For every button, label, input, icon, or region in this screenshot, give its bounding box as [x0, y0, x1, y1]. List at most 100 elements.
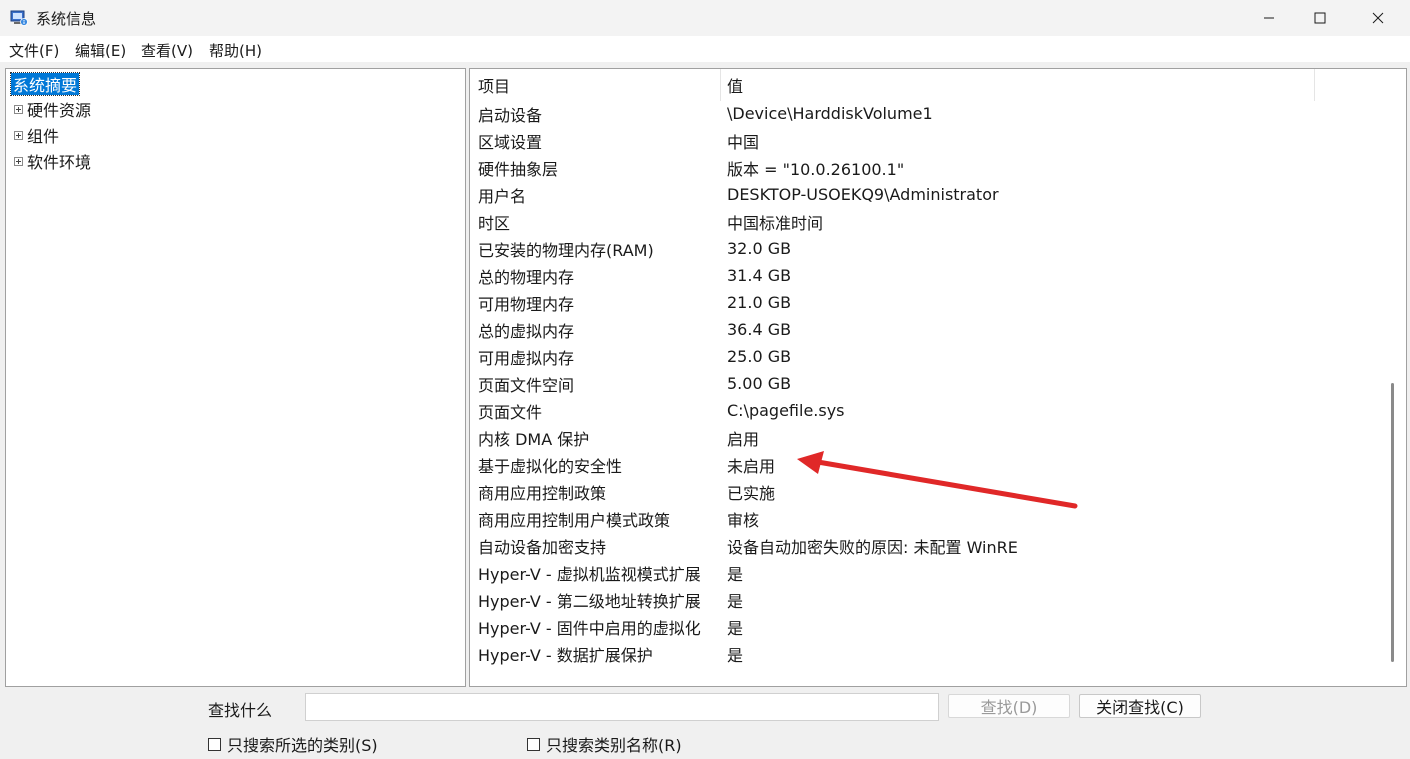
column-header-item[interactable]: 项目 — [470, 69, 721, 101]
tree-item-components[interactable]: 组件 — [14, 123, 59, 147]
cell-value: 未启用 — [727, 456, 776, 476]
cell-item: 内核 DMA 保护 — [478, 429, 590, 449]
search-panel: 查找什么 查找(D) 关闭查找(C) 只搜索所选的类别(S) 只搜索类别名称(R… — [0, 690, 1410, 759]
menu-view[interactable]: 查看(V) — [141, 40, 193, 61]
table-row[interactable]: 用户名 DESKTOP-USOEKQ9\Administrator — [470, 181, 1385, 208]
cell-item: 基于虚拟化的安全性 — [478, 456, 623, 476]
search-category-names-checkbox[interactable]: 只搜索类别名称(R) — [527, 732, 682, 756]
table-row[interactable]: 区域设置 中国 — [470, 127, 1385, 154]
cell-item: 时区 — [478, 213, 511, 233]
menu-help[interactable]: 帮助(H) — [209, 40, 262, 61]
cell-item: 区域设置 — [478, 132, 543, 152]
cell-item: 用户名 — [478, 186, 527, 206]
cell-item: Hyper-V - 第二级地址转换扩展 — [478, 591, 701, 611]
table-row[interactable]: 内核 DMA 保护 启用 — [470, 424, 1385, 451]
tree-item-label: 软件环境 — [27, 153, 92, 172]
cell-value: 21.0 GB — [727, 293, 792, 312]
cell-value: 5.00 GB — [727, 374, 792, 393]
cell-value: 是 — [727, 645, 744, 665]
cell-value: 25.0 GB — [727, 347, 792, 366]
cell-item: 总的虚拟内存 — [478, 321, 575, 341]
table-row[interactable]: 可用物理内存 21.0 GB — [470, 289, 1385, 316]
find-what-label: 查找什么 — [208, 701, 273, 720]
cell-value: 31.4 GB — [727, 266, 792, 285]
tree-item-software-environment[interactable]: 软件环境 — [14, 149, 91, 173]
cell-item: Hyper-V - 虚拟机监视模式扩展 — [478, 564, 701, 584]
tree-item-system-summary[interactable]: 系统摘要 — [9, 72, 81, 96]
cell-item: 商用应用控制政策 — [478, 483, 607, 503]
table-row[interactable]: 已安装的物理内存(RAM) 32.0 GB — [470, 235, 1385, 262]
table-row[interactable]: 硬件抽象层 版本 = "10.0.26100.1" — [470, 154, 1385, 181]
table-row[interactable]: 页面文件空间 5.00 GB — [470, 370, 1385, 397]
find-what-input[interactable] — [305, 693, 939, 721]
expand-icon[interactable] — [14, 156, 23, 166]
scrollbar-thumb[interactable] — [1391, 383, 1394, 662]
cell-value: 是 — [727, 591, 744, 611]
close-icon — [1372, 12, 1384, 24]
cell-item: 可用虚拟内存 — [478, 348, 575, 368]
vertical-scrollbar[interactable] — [1383, 69, 1405, 686]
table-row[interactable]: 总的虚拟内存 36.4 GB — [470, 316, 1385, 343]
minimize-button[interactable] — [1246, 0, 1292, 36]
system-info-app-icon — [10, 10, 28, 26]
cell-value: 设备自动加密失败的原因: 未配置 WinRE — [727, 537, 1018, 557]
find-button-label: 查找(D) — [980, 698, 1038, 717]
close-find-button[interactable]: 关闭查找(C) — [1079, 694, 1201, 718]
expand-icon[interactable] — [14, 104, 23, 114]
cell-value: 32.0 GB — [727, 239, 792, 258]
cell-value: 36.4 GB — [727, 320, 792, 339]
table-row[interactable]: 基于虚拟化的安全性 未启用 — [470, 451, 1385, 478]
menu-file[interactable]: 文件(F) — [9, 40, 59, 61]
window-title: 系统信息 — [36, 10, 97, 28]
checkbox-box[interactable] — [208, 737, 221, 751]
search-selected-category-checkbox[interactable]: 只搜索所选的类别(S) — [208, 732, 378, 756]
tree-item-label: 硬件资源 — [27, 101, 92, 120]
cell-item: 自动设备加密支持 — [478, 537, 607, 557]
table-row[interactable]: Hyper-V - 数据扩展保护 是 — [470, 640, 1385, 667]
checkbox-box[interactable] — [527, 737, 540, 751]
expand-icon[interactable] — [14, 130, 23, 140]
menu-edit[interactable]: 编辑(E) — [75, 40, 126, 61]
close-find-button-label: 关闭查找(C) — [1096, 698, 1184, 717]
cell-value: 启用 — [727, 429, 760, 449]
minimize-icon — [1264, 17, 1274, 19]
maximize-button[interactable] — [1297, 0, 1343, 36]
cell-value: 中国标准时间 — [727, 213, 824, 233]
maximize-icon — [1314, 12, 1326, 24]
table-row[interactable]: 商用应用控制用户模式政策 审核 — [470, 505, 1385, 532]
close-button[interactable] — [1355, 0, 1401, 36]
cell-value: C:\pagefile.sys — [727, 401, 845, 420]
cell-item: 已安装的物理内存(RAM) — [478, 240, 654, 260]
cell-item: 硬件抽象层 — [478, 159, 559, 179]
cell-item: 总的物理内存 — [478, 267, 575, 287]
table-row[interactable]: Hyper-V - 虚拟机监视模式扩展 是 — [470, 559, 1385, 586]
column-header-value[interactable]: 值 — [721, 69, 1315, 101]
table-row[interactable]: 商用应用控制政策 已实施 — [470, 478, 1385, 505]
table-row[interactable]: 可用虚拟内存 25.0 GB — [470, 343, 1385, 370]
checkbox-label: 只搜索类别名称(R) — [546, 736, 682, 755]
tree-item-label: 组件 — [27, 127, 60, 146]
cell-item: 启动设备 — [478, 105, 543, 125]
cell-value: 已实施 — [727, 483, 776, 503]
cell-value: 是 — [727, 564, 744, 584]
table-row[interactable]: Hyper-V - 固件中启用的虚拟化 是 — [470, 613, 1385, 640]
cell-value: 是 — [727, 618, 744, 638]
table-row[interactable]: 自动设备加密支持 设备自动加密失败的原因: 未配置 WinRE — [470, 532, 1385, 559]
cell-value: \Device\HarddiskVolume1 — [727, 104, 933, 123]
find-button[interactable]: 查找(D) — [948, 694, 1070, 718]
cell-item: 页面文件 — [478, 402, 543, 422]
table-row[interactable]: 页面文件 C:\pagefile.sys — [470, 397, 1385, 424]
table-row[interactable]: 时区 中国标准时间 — [470, 208, 1385, 235]
table-row[interactable]: 总的物理内存 31.4 GB — [470, 262, 1385, 289]
tree-item-hardware-resources[interactable]: 硬件资源 — [14, 97, 91, 121]
cell-value: 中国 — [727, 132, 760, 152]
table-row[interactable]: 启动设备 \Device\HarddiskVolume1 — [470, 100, 1385, 127]
cell-item: Hyper-V - 数据扩展保护 — [478, 645, 653, 665]
cell-item: 页面文件空间 — [478, 375, 575, 395]
cell-item: 商用应用控制用户模式政策 — [478, 510, 671, 530]
cell-item: Hyper-V - 固件中启用的虚拟化 — [478, 618, 701, 638]
table-row[interactable]: Hyper-V - 第二级地址转换扩展 是 — [470, 586, 1385, 613]
list-rows: 启动设备 \Device\HarddiskVolume1 区域设置 中国硬件抽象层 版本… — [470, 100, 1385, 667]
checkbox-label: 只搜索所选的类别(S) — [227, 736, 378, 755]
cell-value: 版本 = "10.0.26100.1" — [727, 159, 905, 179]
